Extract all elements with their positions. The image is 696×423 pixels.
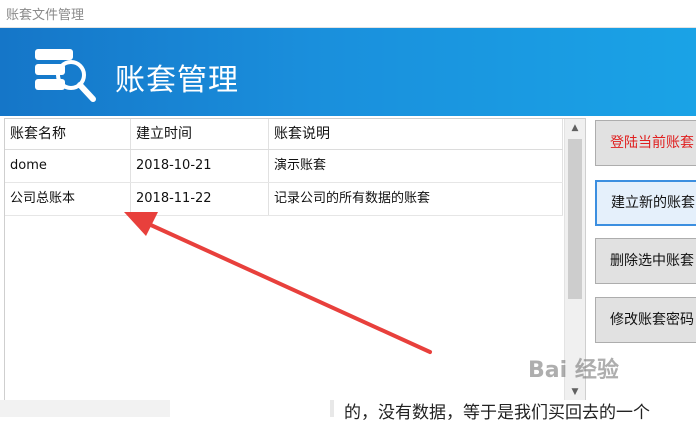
page-divider bbox=[330, 400, 334, 417]
header-banner: 账套管理 bbox=[0, 28, 696, 116]
cell-date: 2018-11-22 bbox=[131, 183, 269, 215]
table-row[interactable]: dome 2018-10-21 演示账套 bbox=[5, 150, 563, 183]
cell-name: dome bbox=[5, 150, 131, 182]
watermark: Bai 经验 bbox=[528, 358, 619, 383]
window-title: 账套文件管理 bbox=[6, 8, 85, 23]
column-header-name[interactable]: 账套名称 bbox=[5, 119, 131, 149]
page-title: 账套管理 bbox=[115, 63, 239, 98]
database-search-icon bbox=[35, 49, 96, 102]
table-row[interactable]: 公司总账本 2018-11-22 记录公司的所有数据的账套 bbox=[5, 183, 563, 216]
column-header-date[interactable]: 建立时间 bbox=[131, 119, 269, 149]
login-account-button[interactable]: 登陆当前账套 bbox=[595, 120, 696, 166]
scrollbar-thumb[interactable] bbox=[568, 139, 582, 299]
page-sidebar-strip bbox=[0, 400, 170, 417]
change-password-button[interactable]: 修改账套密码 bbox=[595, 297, 696, 343]
cell-description: 记录公司的所有数据的账套 bbox=[269, 183, 563, 215]
scroll-up-icon[interactable]: ▲ bbox=[565, 119, 585, 137]
delete-account-button[interactable]: 删除选中账套 bbox=[595, 238, 696, 284]
cell-description: 演示账套 bbox=[269, 150, 563, 182]
window-title-bar: 账套文件管理 bbox=[0, 0, 696, 28]
account-table: 账套名称 建立时间 账套说明 dome 2018-10-21 演示账套 公司总账… bbox=[4, 118, 586, 402]
article-text: 的，没有数据，等于是我们买回去的一个 bbox=[344, 403, 650, 423]
cell-name: 公司总账本 bbox=[5, 183, 131, 215]
table-header: 账套名称 建立时间 账套说明 bbox=[5, 119, 563, 150]
column-header-description[interactable]: 账套说明 bbox=[269, 119, 563, 149]
create-account-button[interactable]: 建立新的账套 bbox=[595, 180, 696, 226]
cell-date: 2018-10-21 bbox=[131, 150, 269, 182]
